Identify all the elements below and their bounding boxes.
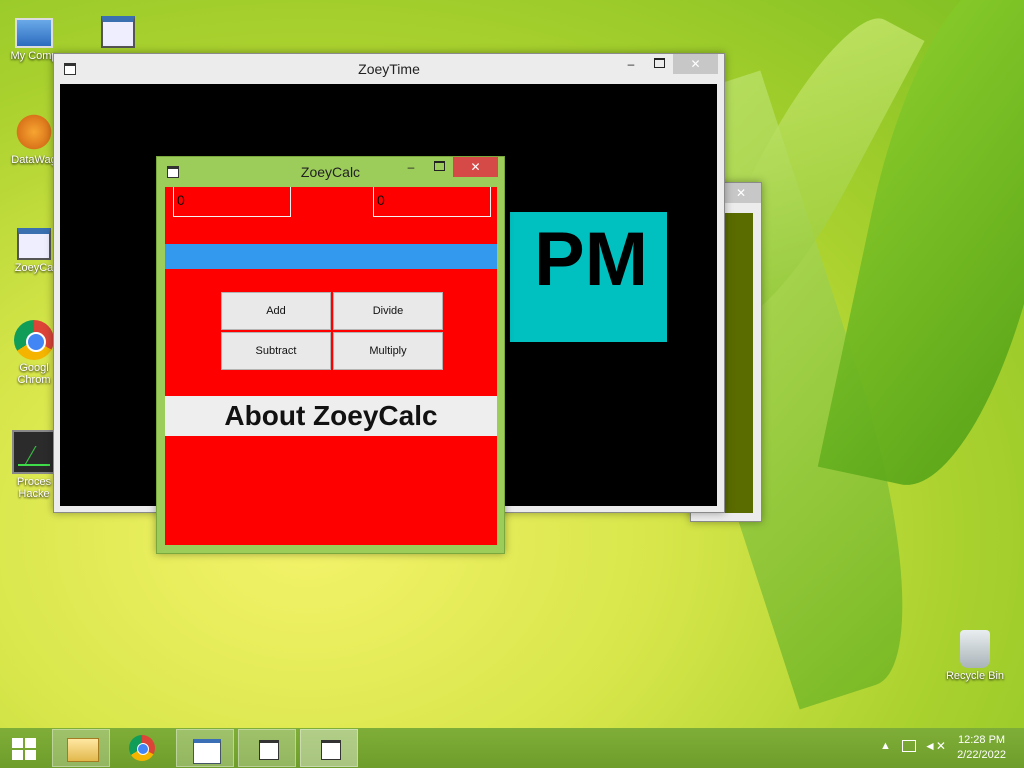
minimize-button[interactable]: –	[398, 157, 424, 177]
process-hacker-icon	[12, 430, 56, 474]
minimize-button[interactable]: –	[618, 54, 644, 74]
title-bar[interactable]: ZoeyCalc – ✕	[157, 157, 504, 187]
maximize-button[interactable]	[426, 157, 452, 177]
windows-logo-icon	[12, 738, 36, 760]
taskbar-file-explorer[interactable]	[52, 729, 110, 767]
taskbar-app[interactable]	[176, 729, 234, 767]
first-number-input[interactable]: 0	[173, 187, 291, 217]
clock-date: 2/22/2022	[957, 749, 1006, 761]
ampm-display: PM	[510, 212, 667, 342]
maximize-icon	[653, 58, 665, 68]
taskbar-zoeycalc[interactable]	[300, 729, 358, 767]
second-number-input[interactable]: 0	[373, 187, 491, 217]
close-button[interactable]: ✕	[453, 157, 498, 177]
taskbar-chrome[interactable]	[114, 729, 172, 767]
window-icon	[259, 740, 279, 760]
recycle-bin-icon	[960, 630, 990, 668]
add-button[interactable]: Add	[221, 292, 331, 330]
close-button[interactable]: ✕	[673, 54, 718, 74]
window-icon	[17, 228, 51, 260]
taskbar-zoeytime[interactable]	[238, 729, 296, 767]
desktop-icon-recycle-bin[interactable]: Recycle Bin	[940, 630, 1010, 682]
divide-button[interactable]: Divide	[333, 292, 443, 330]
close-button[interactable]: ✕	[721, 183, 761, 203]
folder-icon	[67, 738, 99, 762]
result-bar	[165, 244, 497, 269]
start-button[interactable]	[0, 729, 48, 767]
zoeycalc-client: 0 0 Add Divide Subtract Multiply About Z…	[165, 187, 497, 545]
network-icon[interactable]	[902, 740, 916, 752]
ampm-label: PM	[534, 217, 648, 302]
volume-muted-icon[interactable]: ◄✕	[924, 739, 946, 753]
taskbar: ▲ ◄✕ 12:28 PM 2/22/2022	[0, 728, 1024, 768]
datawag-icon	[14, 112, 54, 152]
show-hidden-icons-icon[interactable]: ▲	[880, 740, 891, 752]
app-icon	[193, 739, 221, 764]
clock[interactable]: 12:28 PM 2/22/2022	[957, 733, 1006, 763]
subtract-button[interactable]: Subtract	[221, 332, 331, 370]
computer-icon	[15, 18, 53, 48]
chrome-icon	[14, 320, 54, 360]
clock-time: 12:28 PM	[957, 734, 1006, 746]
window-icon	[321, 740, 341, 760]
about-button[interactable]: About ZoeyCalc	[165, 396, 497, 436]
desktop-icon-window[interactable]	[88, 6, 148, 50]
chrome-icon	[129, 735, 155, 761]
maximize-icon	[433, 161, 445, 171]
title-bar[interactable]: ZoeyTime – ✕	[54, 54, 724, 84]
system-tray: ▲ ◄✕ 12:28 PM 2/22/2022	[864, 728, 1024, 768]
zoeycalc-window[interactable]: ZoeyCalc – ✕ 0 0 Add Divide Subtract Mul…	[156, 156, 505, 554]
window-icon	[101, 16, 135, 48]
maximize-button[interactable]	[646, 54, 672, 74]
multiply-button[interactable]: Multiply	[333, 332, 443, 370]
